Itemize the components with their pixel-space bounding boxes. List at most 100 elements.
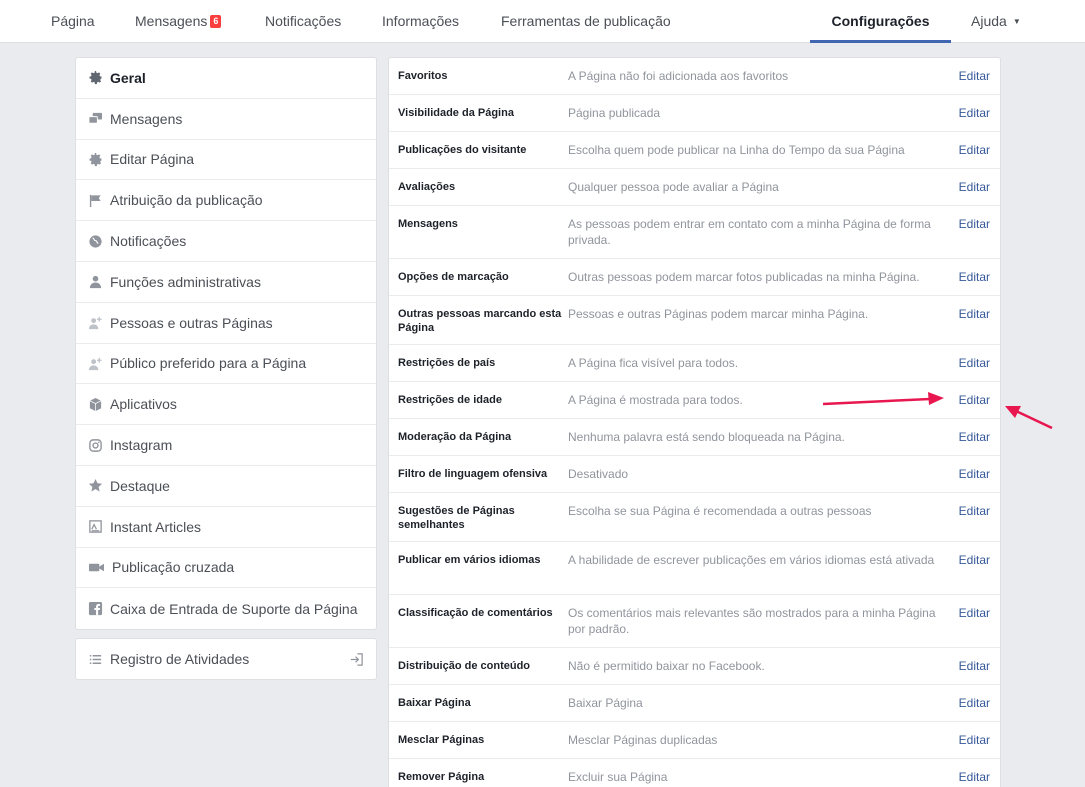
sidebar-item-label: Editar Página [110, 151, 195, 168]
edit-link[interactable]: Editar [959, 732, 990, 748]
edit-link[interactable]: Editar [959, 142, 990, 158]
sidebar-item-funcoes[interactable]: Funções administrativas [76, 262, 376, 303]
nav-tab-configuracoes[interactable]: Configurações [810, 0, 951, 43]
sidebar-item-destaque[interactable]: Destaque [76, 466, 376, 507]
settings-row-restricoes-pais: Restrições de país A Página fica visível … [389, 345, 1000, 382]
setting-value: Mesclar Páginas duplicadas [568, 733, 718, 747]
edit-link[interactable]: Editar [959, 216, 990, 232]
instagram-icon [87, 437, 103, 453]
nav-tab-mensagens[interactable]: Mensagens 6 [135, 0, 222, 43]
sidebar-item-instagram[interactable]: Instagram [76, 425, 376, 466]
setting-label: Publicações do visitante [398, 144, 527, 156]
settings-row-marcacao: Opções de marcação Outras pessoas podem m… [389, 259, 1000, 296]
edit-link[interactable]: Editar [959, 68, 990, 84]
sidebar-item-notificacoes[interactable]: Notificações [76, 221, 376, 262]
edit-link[interactable]: Editar [959, 552, 990, 568]
edit-link[interactable]: Editar [959, 503, 990, 519]
general-settings-table: Favoritos A Página não foi adicionada aos… [388, 57, 1001, 787]
settings-row-baixar-pagina: Baixar Página Baixar Página Editar [389, 685, 1000, 722]
settings-row-favoritos: Favoritos A Página não foi adicionada aos… [389, 58, 1000, 95]
nav-tab-ajuda[interactable]: Ajuda ▼ [971, 0, 1021, 43]
chevron-down-icon: ▼ [1012, 17, 1021, 26]
edit-link[interactable]: Editar [959, 429, 990, 445]
article-icon [87, 519, 103, 535]
settings-row-moderacao: Moderação da Página Nenhuma palavra está … [389, 419, 1000, 456]
settings-row-distribuicao-conteudo: Distribuição de conteúdo Não é permitido … [389, 648, 1000, 685]
gear-icon [87, 151, 103, 167]
sidebar-item-publicacao-cruzada[interactable]: Publicação cruzada [76, 548, 376, 589]
edit-link[interactable]: Editar [959, 105, 990, 121]
sidebar-item-label: Atribuição da publicação [110, 192, 263, 209]
nav-tab-label: Notificações [265, 13, 342, 29]
setting-label: Favoritos [398, 70, 448, 82]
setting-label: Baixar Página [398, 697, 471, 709]
sidebar-item-label: Destaque [110, 477, 170, 494]
edit-link[interactable]: Editar [959, 306, 990, 322]
sidebar-item-label: Funções administrativas [110, 273, 261, 290]
sidebar-item-atribuicao[interactable]: Atribuição da publicação [76, 180, 376, 222]
video-camera-icon [87, 559, 105, 575]
setting-label: Mensagens [398, 218, 458, 230]
flag-icon [87, 192, 103, 208]
facebook-icon [87, 601, 103, 617]
setting-value: Não é permitido baixar no Facebook. [568, 659, 765, 673]
settings-row-publicacoes-visitante: Publicações do visitante Escolha quem pod… [389, 132, 1000, 169]
setting-value: Nenhuma palavra está sendo bloqueada na … [568, 430, 845, 444]
person-icon [87, 274, 103, 290]
sidebar-item-aplicativos[interactable]: Aplicativos [76, 384, 376, 426]
setting-value: Escolha se sua Página é recomendada a ou… [568, 504, 872, 518]
sidebar-item-editar-pagina[interactable]: Editar Página [76, 140, 376, 181]
setting-label: Restrições de idade [398, 394, 502, 406]
sidebar-item-label: Publicação cruzada [112, 559, 235, 576]
globe-icon [87, 233, 103, 249]
settings-row-classificacao-comentarios: Classificação de comentários Os comentári… [389, 595, 1000, 648]
edit-link[interactable]: Editar [959, 179, 990, 195]
setting-label: Avaliações [398, 181, 456, 193]
sidebar-item-caixa-suporte[interactable]: Caixa de Entrada de Suporte da Página [76, 588, 376, 629]
edit-link[interactable]: Editar [959, 269, 990, 285]
setting-value: A habilidade de escrever publicações em … [568, 553, 935, 567]
setting-label: Mesclar Páginas [398, 734, 485, 746]
sidebar-item-label: Caixa de Entrada de Suporte da Página [110, 600, 358, 617]
settings-row-avaliacoes: Avaliações Qualquer pessoa pode avaliar a… [389, 169, 1000, 206]
setting-label: Opções de marcação [398, 271, 509, 283]
nav-tab-label: Ferramentas de publicação [501, 13, 671, 29]
setting-value: Escolha quem pode publicar na Linha do T… [568, 143, 905, 157]
edit-link[interactable]: Editar [959, 355, 990, 371]
setting-value: Qualquer pessoa pode avaliar a Página [568, 180, 779, 194]
sidebar-item-publico[interactable]: Público preferido para a Página [76, 344, 376, 385]
nav-tab-notificacoes[interactable]: Notificações [265, 0, 341, 43]
arrow-right-annotation [1005, 406, 1053, 430]
sidebar-item-instant-articles[interactable]: Instant Articles [76, 507, 376, 548]
sidebar-item-label: Pessoas e outras Páginas [110, 314, 273, 331]
star-icon [87, 478, 103, 494]
edit-link[interactable]: Editar [959, 769, 990, 785]
nav-tab-pagina[interactable]: Página [51, 0, 95, 43]
sidebar-item-pessoas[interactable]: Pessoas e outras Páginas [76, 303, 376, 344]
edit-link[interactable]: Editar [959, 466, 990, 482]
setting-value: A Página não foi adicionada aos favorito… [568, 69, 789, 83]
settings-row-outras-pessoas-marcando: Outras pessoas marcando esta Página Pesso… [389, 296, 1000, 345]
edit-link[interactable]: Editar [959, 695, 990, 711]
activity-log-link[interactable]: Registro de Atividades [75, 638, 377, 680]
sidebar-item-label: Público preferido para a Página [110, 355, 307, 372]
nav-tab-informacoes[interactable]: Informações [382, 0, 459, 43]
settings-row-sugestoes-paginas: Sugestões de Páginas semelhantes Escolha … [389, 493, 1000, 542]
settings-sidebar: Geral Mensagens Editar Página Atribuição… [75, 57, 377, 631]
nav-tab-ferramentas[interactable]: Ferramentas de publicação [501, 0, 671, 43]
sidebar-item-label: Instagram [110, 437, 173, 454]
top-navigation: Página Mensagens 6 Notificações Informaçõ… [0, 0, 1085, 43]
nav-tab-label: Informações [382, 13, 460, 29]
settings-row-mensagens: Mensagens As pessoas podem entrar em cont… [389, 206, 1000, 259]
sidebar-item-mensagens[interactable]: Mensagens [76, 99, 376, 140]
setting-label: Outras pessoas marcando esta Página [398, 308, 562, 334]
sidebar-item-geral[interactable]: Geral [76, 58, 376, 99]
edit-link[interactable]: Editar [959, 605, 990, 621]
setting-value: Pessoas e outras Páginas podem marcar mi… [568, 307, 869, 321]
edit-link[interactable]: Editar [959, 392, 990, 408]
cube-icon [87, 396, 103, 412]
setting-label: Distribuição de conteúdo [398, 660, 531, 672]
setting-value: Excluir sua Página [568, 770, 668, 784]
list-icon [87, 651, 103, 667]
edit-link[interactable]: Editar [959, 658, 990, 674]
